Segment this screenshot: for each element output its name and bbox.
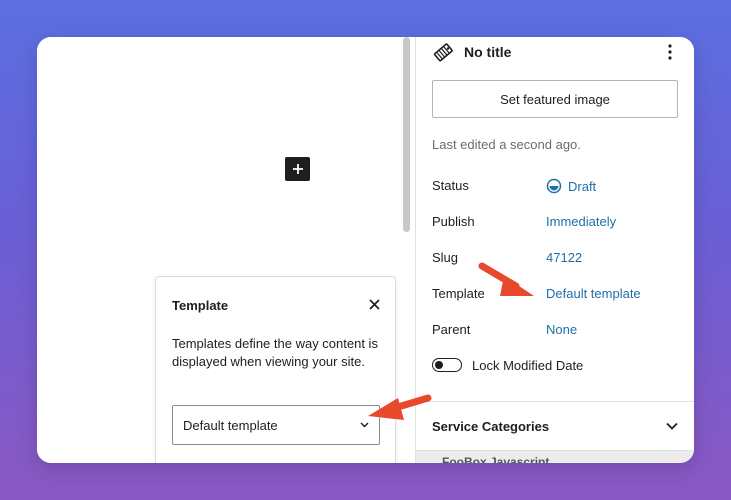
service-categories-title: Service Categories bbox=[432, 418, 550, 434]
annotation-arrow-icon bbox=[368, 394, 432, 420]
canvas-scrollbar[interactable] bbox=[403, 37, 410, 232]
kebab-menu-icon bbox=[668, 44, 672, 60]
publish-row: Publish Immediately bbox=[432, 212, 682, 232]
status-value: Draft bbox=[568, 178, 597, 194]
service-categories-toggle[interactable]: Service Categories bbox=[432, 415, 678, 437]
popover-description: Templates define the way content is disp… bbox=[172, 336, 378, 369]
parent-row: Parent None bbox=[432, 320, 682, 340]
status-row: Status Draft bbox=[432, 176, 682, 196]
post-title: No title bbox=[464, 44, 512, 60]
add-block-button[interactable] bbox=[285, 157, 310, 181]
status-label: Status bbox=[432, 178, 469, 193]
status-value-button[interactable]: Draft bbox=[546, 178, 596, 194]
template-popover: Template Templates define the way conten… bbox=[155, 276, 396, 463]
annotation-arrow-icon bbox=[478, 262, 534, 296]
template-select[interactable]: Default template bbox=[172, 405, 380, 445]
parent-value-button[interactable]: None bbox=[546, 322, 577, 337]
slug-value-button[interactable]: 47122 bbox=[546, 250, 582, 265]
toggle-knob bbox=[435, 360, 443, 369]
draft-status-icon bbox=[546, 178, 562, 194]
lock-modified-row: Lock Modified Date bbox=[432, 355, 583, 375]
chevron-down-icon bbox=[666, 422, 678, 430]
parent-label: Parent bbox=[432, 322, 471, 337]
slug-label: Slug bbox=[432, 250, 459, 265]
template-row: Template Default template bbox=[432, 284, 682, 304]
publish-value-button[interactable]: Immediately bbox=[546, 214, 616, 229]
lock-modified-toggle[interactable] bbox=[432, 358, 462, 372]
section-divider bbox=[416, 401, 694, 402]
slug-row: Slug 47122 bbox=[432, 248, 682, 268]
publish-label: Publish bbox=[432, 214, 475, 229]
close-icon bbox=[368, 298, 380, 310]
lock-modified-label: Lock Modified Date bbox=[472, 357, 584, 373]
template-select-value: Default template bbox=[183, 417, 278, 433]
close-popover-button[interactable] bbox=[367, 297, 381, 311]
post-type-icon bbox=[433, 43, 453, 62]
partial-list-item: FooBox Javascript bbox=[442, 455, 550, 463]
post-header: No title bbox=[432, 39, 678, 65]
more-options-button[interactable] bbox=[662, 42, 678, 62]
plus-icon bbox=[292, 164, 303, 174]
last-edited-text: Last edited a second ago. bbox=[432, 137, 581, 152]
template-value-button[interactable]: Default template bbox=[546, 286, 641, 301]
popover-title: Template bbox=[172, 298, 229, 313]
set-featured-image-button[interactable]: Set featured image bbox=[432, 80, 678, 118]
settings-sidebar: No title Set featured image Last edited … bbox=[416, 37, 694, 463]
